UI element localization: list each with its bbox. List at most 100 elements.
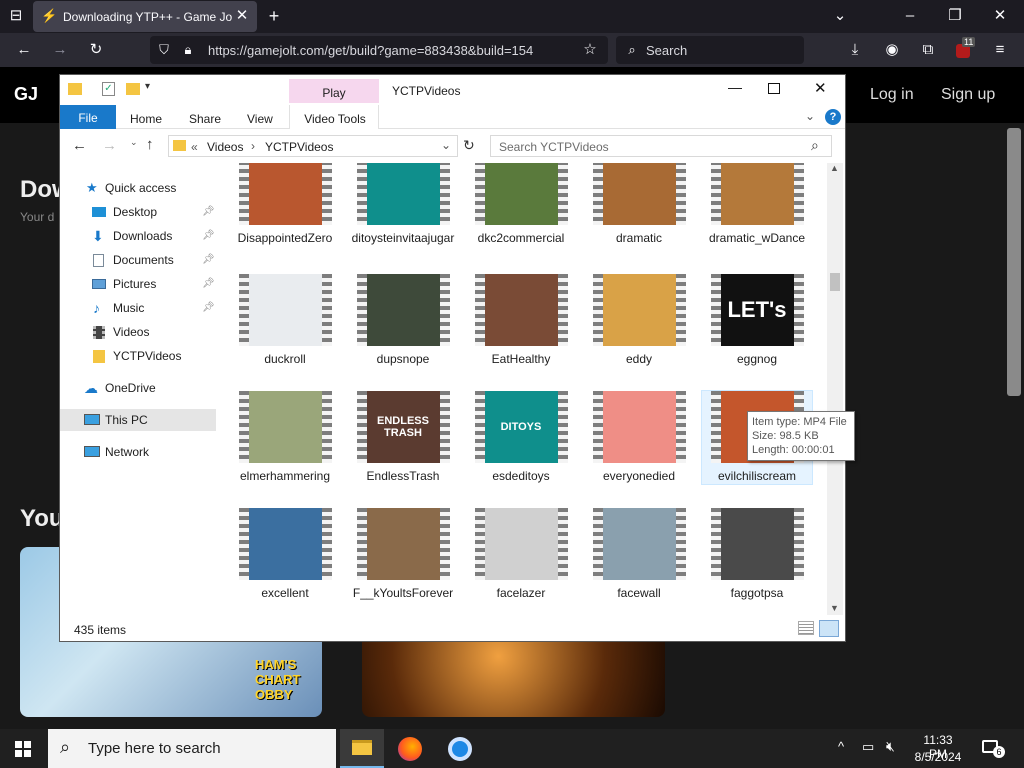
breadcrumb-videos[interactable]: Videos: [207, 140, 243, 154]
file-tile[interactable]: facewall: [584, 508, 694, 601]
minimize-browser-icon[interactable]: –: [900, 6, 920, 26]
nav-quick-access[interactable]: ★ Quick access: [60, 177, 216, 199]
extensions-icon[interactable]: ⧉: [918, 40, 938, 60]
taskbar-search-box[interactable]: ⌕ Type here to search: [48, 729, 336, 768]
content-scrollbar[interactable]: ▲ ▼: [827, 163, 843, 615]
expand-ribbon-icon[interactable]: ⌄: [805, 109, 815, 123]
nav-yctpvideos[interactable]: YCTPVideos: [60, 345, 216, 367]
reload-icon[interactable]: ↻: [86, 40, 106, 60]
scroll-down-icon[interactable]: ▼: [830, 603, 839, 613]
nav-desktop[interactable]: Desktop 📌︎: [60, 201, 216, 223]
page-scrollbar-thumb[interactable]: [1007, 128, 1021, 396]
new-folder-icon[interactable]: [126, 83, 140, 95]
gamejolt-logo[interactable]: GJ: [14, 84, 38, 105]
nav-documents[interactable]: Documents 📌︎: [60, 249, 216, 271]
signup-link[interactable]: Sign up: [941, 86, 995, 104]
close-icon[interactable]: ✕: [814, 79, 834, 97]
file-tile[interactable]: DisappointedZero: [230, 163, 340, 246]
pin-icon[interactable]: 📌︎: [202, 201, 215, 223]
file-tile[interactable]: EatHealthy: [466, 274, 576, 367]
ublock-extension-icon[interactable]: 11: [953, 37, 976, 60]
clock-date[interactable]: 8/5/2024: [914, 750, 962, 764]
game-card-thumbnail-2[interactable]: [362, 641, 665, 717]
file-tile[interactable]: dkc2commercial: [466, 163, 576, 246]
up-arrow-icon[interactable]: ↑: [146, 136, 154, 153]
account-icon[interactable]: ◉: [882, 40, 902, 60]
forward-arrow-icon[interactable]: →: [102, 137, 117, 154]
tab-share[interactable]: Share: [189, 112, 221, 126]
help-icon[interactable]: ?: [825, 109, 841, 125]
tab-list-icon[interactable]: ⊟: [6, 6, 26, 26]
pin-icon[interactable]: 📌︎: [202, 225, 215, 247]
address-dropdown-icon[interactable]: ⌄: [441, 138, 451, 152]
nav-network[interactable]: Network: [60, 441, 216, 463]
breadcrumb-overflow[interactable]: «: [191, 140, 198, 154]
volume-muted-icon[interactable]: 🔇︎: [886, 738, 895, 755]
shield-icon[interactable]: ⛉: [156, 40, 172, 60]
file-tile[interactable]: duckroll: [230, 274, 340, 367]
login-link[interactable]: Log in: [870, 86, 914, 104]
explorer-search-input[interactable]: Search YCTPVideos ⌕: [490, 135, 832, 157]
network-status-icon[interactable]: ▭: [862, 739, 874, 755]
explorer-titlebar[interactable]: ✓ ▾ Play YCTPVideos — ✕: [60, 75, 845, 103]
file-tile[interactable]: dramatic_wDance: [702, 163, 812, 246]
file-tile[interactable]: F__kYoultsForever: [348, 508, 458, 601]
back-icon[interactable]: ←: [14, 40, 34, 60]
nav-pictures[interactable]: Pictures 📌︎: [60, 273, 216, 295]
file-tile[interactable]: LET's eggnog: [702, 274, 812, 367]
scroll-up-icon[interactable]: ▲: [830, 163, 839, 173]
maximize-icon[interactable]: [768, 83, 780, 94]
nav-music[interactable]: ♪ Music 📌︎: [60, 297, 216, 319]
pin-icon[interactable]: 📌︎: [202, 273, 215, 295]
firefox-icon[interactable]: [398, 737, 422, 761]
large-icons-view-icon[interactable]: [819, 620, 839, 637]
file-tile[interactable]: dupsnope: [348, 274, 458, 367]
details-view-icon[interactable]: [798, 621, 814, 635]
menu-icon[interactable]: ≡: [990, 40, 1010, 60]
file-tile[interactable]: facelazer: [466, 508, 576, 601]
restore-browser-icon[interactable]: ❐: [945, 6, 965, 26]
refresh-icon[interactable]: ↻: [463, 137, 475, 154]
address-bar[interactable]: « Videos › YCTPVideos ⌄: [168, 135, 458, 157]
tab-close-icon[interactable]: ✕: [233, 6, 251, 26]
tab-view[interactable]: View: [247, 112, 273, 126]
downloads-icon[interactable]: ⤓: [845, 40, 865, 60]
file-tile[interactable]: ENDLESS TRASH EndlessTrash: [348, 391, 458, 484]
lock-icon[interactable]: 🔒︎: [180, 40, 196, 60]
file-tile[interactable]: dramatic: [584, 163, 694, 246]
file-tile[interactable]: excellent: [230, 508, 340, 601]
chromium-icon[interactable]: [448, 737, 472, 761]
pin-icon[interactable]: 📌︎: [202, 297, 215, 319]
nav-this-pc[interactable]: This PC: [60, 409, 216, 431]
notification-center-icon[interactable]: 6: [982, 738, 1005, 758]
file-tile[interactable]: faggotpsa: [702, 508, 812, 601]
breadcrumb-yctpvideos[interactable]: YCTPVideos: [265, 140, 333, 154]
recent-locations-icon[interactable]: ⌄: [130, 137, 138, 148]
list-all-tabs-icon[interactable]: ⌄: [830, 6, 850, 26]
url-bar[interactable]: ⛉ 🔒︎ https://gamejolt.com/get/build?game…: [150, 36, 608, 64]
properties-icon[interactable]: ✓: [102, 82, 115, 96]
tab-home[interactable]: Home: [130, 112, 162, 126]
nav-downloads[interactable]: ⬇ Downloads 📌︎: [60, 225, 216, 247]
tab-video-tools[interactable]: Video Tools: [289, 105, 379, 129]
back-arrow-icon[interactable]: ←: [72, 137, 87, 154]
bookmark-star-icon[interactable]: ☆: [580, 40, 600, 60]
nav-videos[interactable]: Videos: [60, 321, 216, 343]
show-hidden-icons[interactable]: ^: [838, 739, 844, 754]
tab-file[interactable]: File: [60, 105, 116, 129]
scroll-thumb[interactable]: [830, 273, 840, 291]
taskbar-file-explorer[interactable]: [340, 729, 384, 768]
close-browser-icon[interactable]: ✕: [990, 6, 1010, 26]
customize-toolbar-icon[interactable]: ▾: [145, 81, 150, 92]
browser-tab-active[interactable]: ⚡ Downloading YTP++ - Game Jolt ✕: [33, 1, 257, 32]
file-tile[interactable]: everyonedied: [584, 391, 694, 484]
forward-icon[interactable]: →: [50, 40, 70, 60]
minimize-icon[interactable]: —: [728, 79, 748, 95]
file-tile[interactable]: DITOYS esdeditoys: [466, 391, 576, 484]
browser-search-bar[interactable]: ⌕ Search: [616, 36, 804, 64]
nav-onedrive[interactable]: ☁ OneDrive: [60, 377, 216, 399]
file-tile[interactable]: elmerhammering: [230, 391, 340, 484]
windows-start-icon[interactable]: [15, 741, 31, 757]
pin-icon[interactable]: 📌︎: [202, 249, 215, 271]
file-tile[interactable]: ditoysteinvitaajugar: [348, 163, 458, 246]
